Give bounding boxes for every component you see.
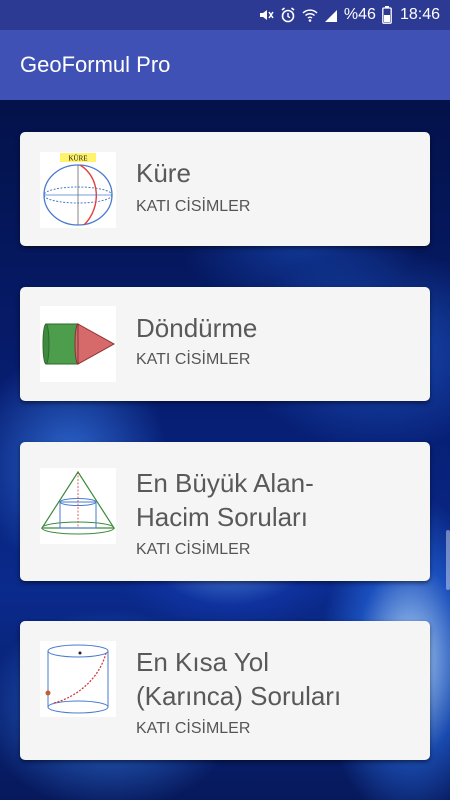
status-bar: %46 18:46 [0,0,450,30]
thumbnail-label: KÜRE [68,155,87,163]
mute-icon [258,7,274,23]
card-title-line2: Hacim Soruları [136,502,308,532]
sphere-icon: KÜRE [40,152,116,228]
card-subtitle: KATI CİSİMLER [136,541,251,558]
card-title: En Kısa Yol [136,647,269,677]
alarm-icon [280,7,296,23]
battery-icon [382,6,392,24]
card-title: Küre [136,158,191,188]
card-title: Döndürme [136,313,258,343]
scrollbar[interactable] [446,530,450,590]
cylinder-path-icon [40,641,116,717]
card-title-line2: (Karınca) Soruları [136,681,342,711]
card-kure[interactable]: KÜRE Küre KATI CİSİMLER [20,132,430,246]
card-subtitle: KATI CİSİMLER [136,198,251,215]
card-title: En Büyük Alan- [136,468,314,498]
card-subtitle: KATI CİSİMLER [136,720,251,737]
battery-text: %46 [343,6,376,23]
wifi-icon [302,7,318,23]
app-bar: GeoFormul Pro [0,30,450,100]
app-title: GeoFormul Pro [20,52,171,77]
card-dondurme[interactable]: Döndürme KATI CİSİMLER [20,287,430,401]
card-subtitle: KATI CİSİMLER [136,351,251,368]
card-en-buyuk-alan-hacim[interactable]: En Büyük Alan- Hacim Soruları KATI CİSİM… [20,442,430,581]
rotation-solid-icon [40,306,116,382]
signal-icon [324,7,338,23]
content-background: KÜRE Küre KATI CİSİMLER Döndürme KATI Cİ… [0,100,450,800]
card-en-kisa-yol[interactable]: En Kısa Yol (Karınca) Soruları KATI CİSİ… [20,621,430,760]
cone-cylinder-icon [40,468,116,544]
clock-time: 18:46 [399,6,440,23]
